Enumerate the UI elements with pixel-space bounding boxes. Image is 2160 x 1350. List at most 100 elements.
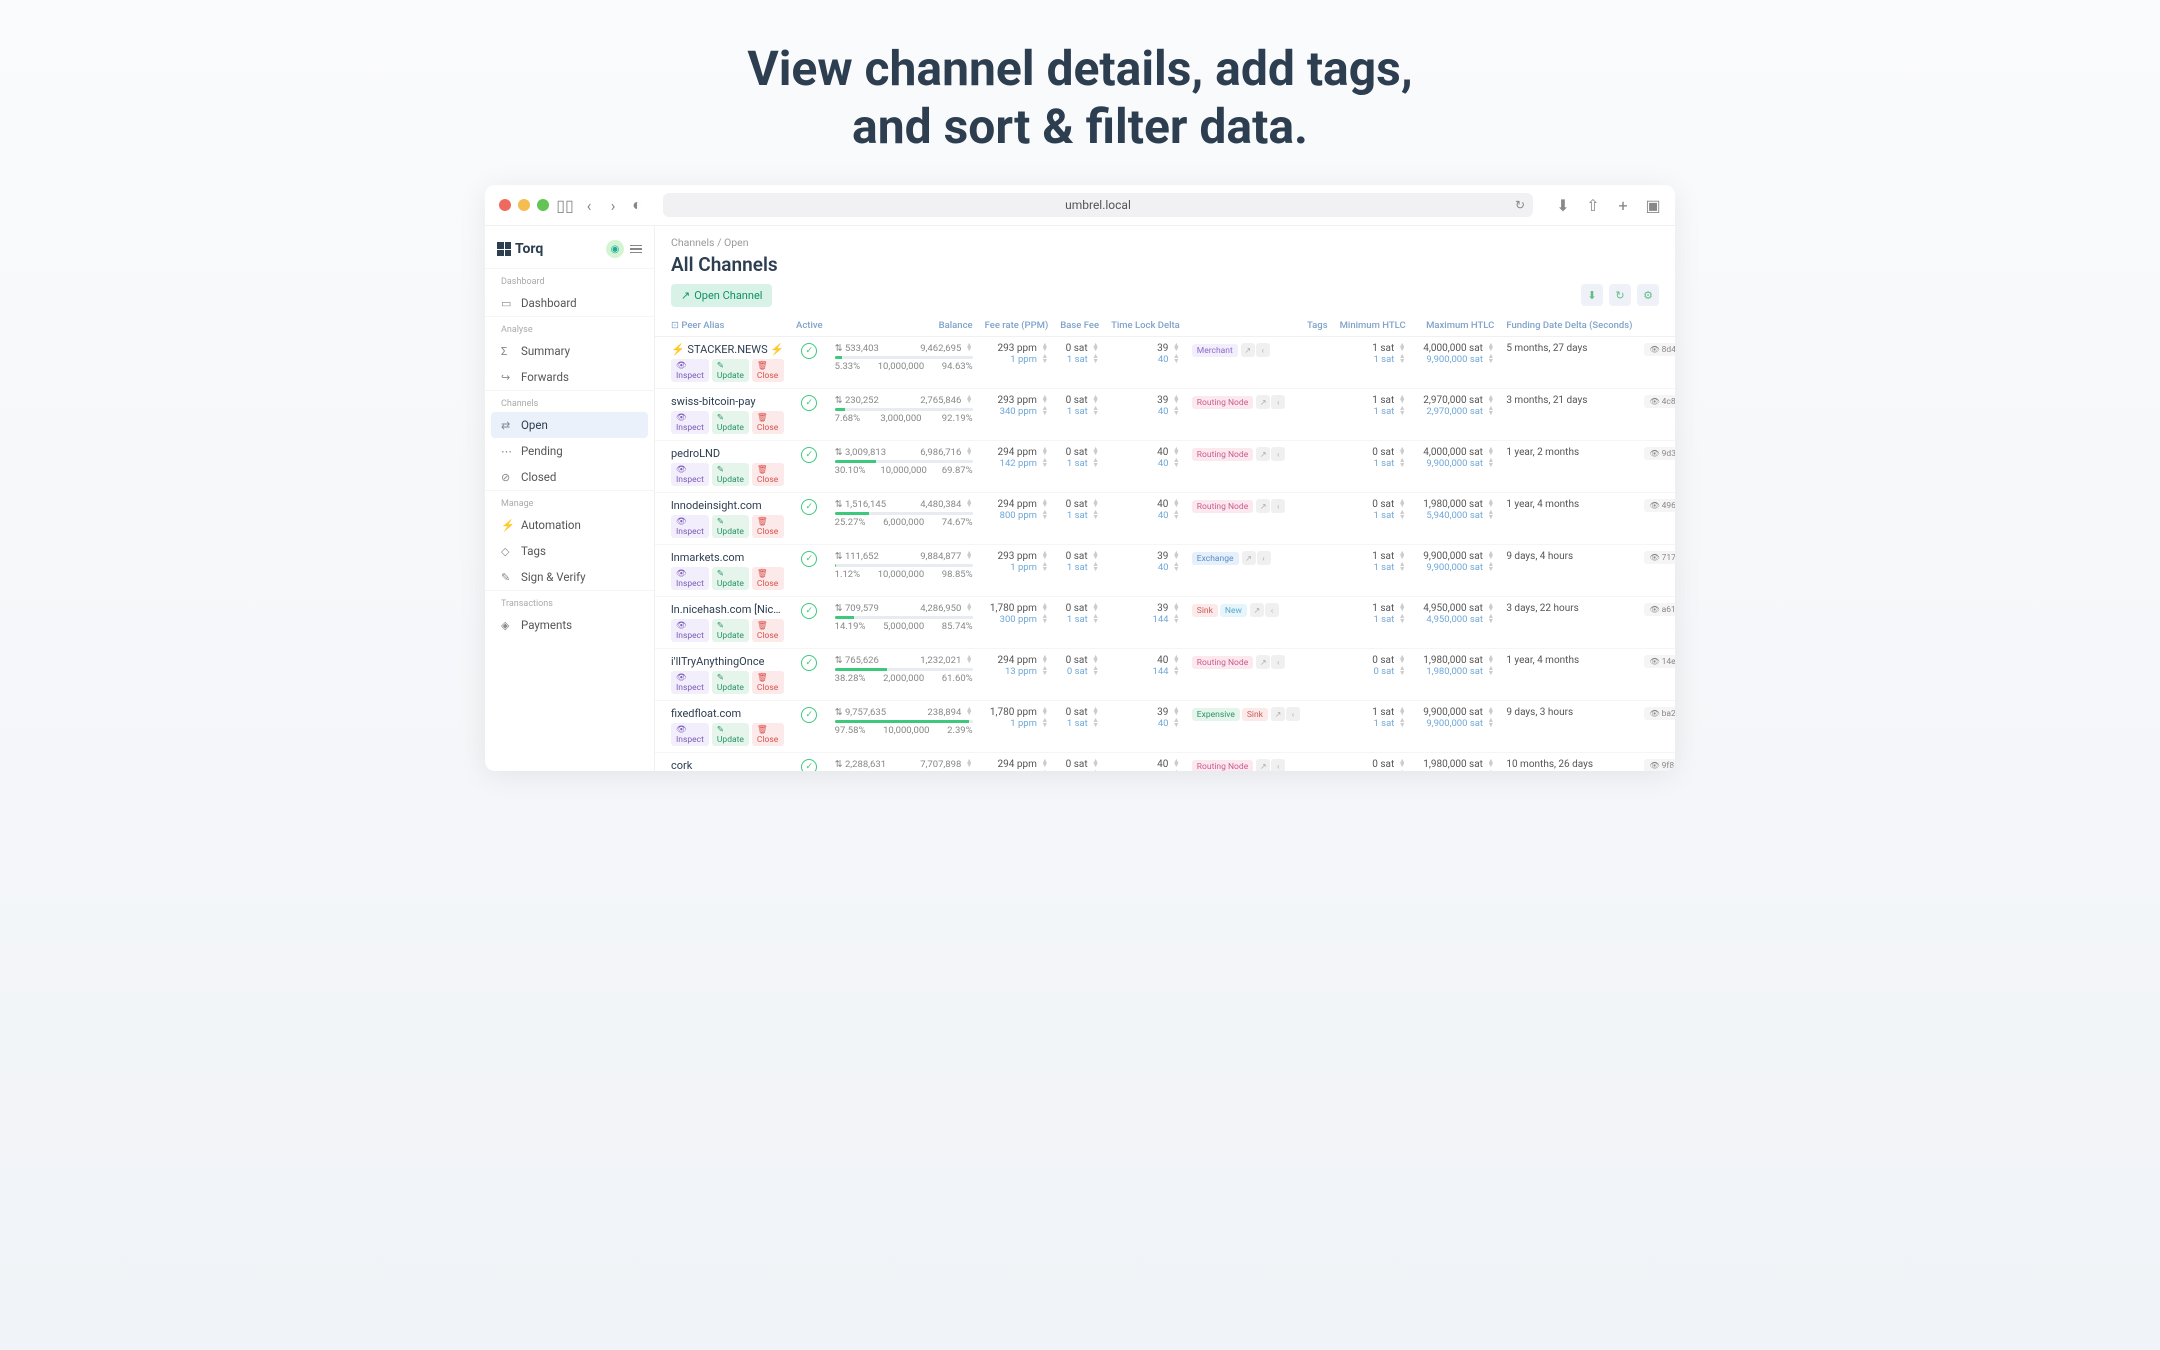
sidebar-item-sign---verify[interactable]: ✎Sign & Verify (485, 564, 654, 590)
peer-name[interactable]: ln.nicehash.com [Nic… (671, 603, 784, 616)
col-max-htlc[interactable]: Maximum HTLC (1412, 315, 1501, 337)
inspect-button[interactable]: 👁 Inspect (671, 515, 709, 538)
channel-id-pill[interactable]: 👁 ba26 (1644, 707, 1675, 720)
tag[interactable]: Routing Node (1192, 448, 1253, 461)
sidebar-item-closed[interactable]: ⊘Closed (485, 464, 654, 490)
peer-name[interactable]: cork (671, 759, 784, 771)
inspect-button[interactable]: 👁 Inspect (671, 619, 709, 642)
inspect-button[interactable]: 👁 Inspect (671, 411, 709, 434)
col-min-htlc[interactable]: Minimum HTLC (1334, 315, 1412, 337)
update-button[interactable]: ✎ Update (712, 619, 749, 642)
update-button[interactable]: ✎ Update (712, 671, 749, 694)
peer-name[interactable]: ⚡ STACKER.NEWS ⚡ (671, 343, 784, 356)
tag-less-icon[interactable]: ‹ (1256, 343, 1270, 357)
tag-less-icon[interactable]: ‹ (1286, 707, 1300, 721)
tag-expand-icon[interactable]: ↗ (1256, 499, 1270, 513)
tag[interactable]: Merchant (1192, 344, 1238, 357)
sidebar-toggle-icon[interactable]: ▯▯ (557, 197, 573, 213)
filter-button[interactable]: ⚙ (1637, 284, 1659, 306)
inspect-button[interactable]: 👁 Inspect (671, 463, 709, 486)
close-button[interactable]: 🗑 Close (752, 411, 784, 434)
col-tld[interactable]: Time Lock Delta (1105, 315, 1186, 337)
channel-id-pill[interactable]: 👁 9d37 (1644, 447, 1675, 460)
tag[interactable]: Routing Node (1192, 656, 1253, 669)
close-button[interactable]: 🗑 Close (752, 463, 784, 486)
col-tags[interactable]: Tags (1186, 315, 1334, 337)
tag-expand-icon[interactable]: ↗ (1256, 395, 1270, 409)
col-base-fee[interactable]: Base Fee (1054, 315, 1105, 337)
inspect-button[interactable]: 👁 Inspect (671, 567, 709, 590)
tag-less-icon[interactable]: ‹ (1271, 655, 1285, 669)
menu-icon[interactable] (630, 245, 642, 254)
sidebar-item-forwards[interactable]: ↪Forwards (485, 364, 654, 390)
maximize-window-icon[interactable] (537, 199, 549, 211)
sidebar-item-open[interactable]: ⇄Open (491, 412, 648, 438)
sidebar-item-tags[interactable]: ◇Tags (485, 538, 654, 564)
tabs-icon[interactable]: ▣ (1645, 197, 1661, 213)
peer-name[interactable]: fixedfloat.com (671, 707, 784, 720)
tag-less-icon[interactable]: ‹ (1271, 447, 1285, 461)
tag-expand-icon[interactable]: ↗ (1271, 707, 1285, 721)
channel-id-pill[interactable]: 👁 496b (1644, 499, 1675, 512)
close-button[interactable]: 🗑 Close (752, 567, 784, 590)
col-peer[interactable]: ⊡ Peer Alias (655, 315, 790, 337)
update-button[interactable]: ✎ Update (712, 723, 749, 746)
tag[interactable]: Routing Node (1192, 396, 1253, 409)
tag-less-icon[interactable]: ‹ (1271, 499, 1285, 513)
channel-id-pill[interactable]: 👁 8d44 (1644, 343, 1675, 356)
peer-name[interactable]: swiss-bitcoin-pay (671, 395, 784, 408)
peer-name[interactable]: lnmarkets.com (671, 551, 784, 564)
shield-icon[interactable]: ◐ (629, 197, 645, 213)
sidebar-item-summary[interactable]: ΣSummary (485, 338, 654, 364)
peer-name[interactable]: pedroLND (671, 447, 784, 460)
download-icon[interactable]: ⬇ (1555, 197, 1571, 213)
peer-name[interactable]: i'llTryAnythingOnce (671, 655, 784, 668)
inspect-button[interactable]: 👁 Inspect (671, 359, 709, 382)
close-button[interactable]: 🗑 Close (752, 671, 784, 694)
refresh-button[interactable]: ↻ (1609, 284, 1631, 306)
update-button[interactable]: ✎ Update (712, 359, 749, 382)
close-button[interactable]: 🗑 Close (752, 619, 784, 642)
back-icon[interactable]: ‹ (581, 197, 597, 213)
inspect-button[interactable]: 👁 Inspect (671, 671, 709, 694)
col-balance[interactable]: Balance (829, 315, 979, 337)
tag-expand-icon[interactable]: ↗ (1256, 655, 1270, 669)
tag[interactable]: Expensive (1192, 708, 1240, 721)
sidebar-item-payments[interactable]: ◈Payments (485, 612, 654, 638)
open-channel-button[interactable]: ↗ Open Channel (671, 284, 772, 307)
download-button[interactable]: ⬇ (1581, 284, 1603, 306)
col-fee-rate[interactable]: Fee rate (PPM) (979, 315, 1055, 337)
tag-less-icon[interactable]: ‹ (1271, 759, 1285, 771)
update-button[interactable]: ✎ Update (712, 411, 749, 434)
sidebar-item-automation[interactable]: ⚡Automation (485, 512, 654, 538)
tag[interactable]: Sink (1192, 604, 1218, 617)
peer-name[interactable]: lnnodeinsight.com (671, 499, 784, 512)
tag[interactable]: Routing Node (1192, 500, 1253, 513)
tag-expand-icon[interactable]: ↗ (1256, 447, 1270, 461)
channel-id-pill[interactable]: 👁 a617 (1644, 603, 1675, 616)
tag[interactable]: New (1220, 604, 1247, 617)
url-bar[interactable]: umbrel.local ↻ (663, 193, 1533, 217)
sidebar-item-dashboard[interactable]: ▭Dashboard (485, 290, 654, 316)
tag-less-icon[interactable]: ‹ (1271, 395, 1285, 409)
tag-expand-icon[interactable]: ↗ (1241, 343, 1255, 357)
update-button[interactable]: ✎ Update (712, 463, 749, 486)
update-button[interactable]: ✎ Update (712, 515, 749, 538)
share-icon[interactable]: ⇧ (1585, 197, 1601, 213)
channel-id-pill[interactable]: 👁 9f86a (1644, 759, 1675, 771)
channel-id-pill[interactable]: 👁 4c8ff (1644, 395, 1675, 408)
new-tab-icon[interactable]: + (1615, 197, 1631, 213)
tag-expand-icon[interactable]: ↗ (1256, 759, 1270, 771)
forward-icon[interactable]: › (605, 197, 621, 213)
tag-expand-icon[interactable]: ↗ (1250, 603, 1264, 617)
minimize-window-icon[interactable] (518, 199, 530, 211)
sidebar-item-pending[interactable]: ⋯Pending (485, 438, 654, 464)
close-button[interactable]: 🗑 Close (752, 723, 784, 746)
inspect-button[interactable]: 👁 Inspect (671, 723, 709, 746)
tag-less-icon[interactable]: ‹ (1257, 551, 1271, 565)
channel-id-pill[interactable]: 👁 14e6 (1644, 655, 1675, 668)
tag-expand-icon[interactable]: ↗ (1242, 551, 1256, 565)
channel-id-pill[interactable]: 👁 7170 (1644, 551, 1675, 564)
col-funding[interactable]: Funding Date Delta (Seconds) (1500, 315, 1638, 337)
reload-icon[interactable]: ↻ (1515, 198, 1525, 212)
